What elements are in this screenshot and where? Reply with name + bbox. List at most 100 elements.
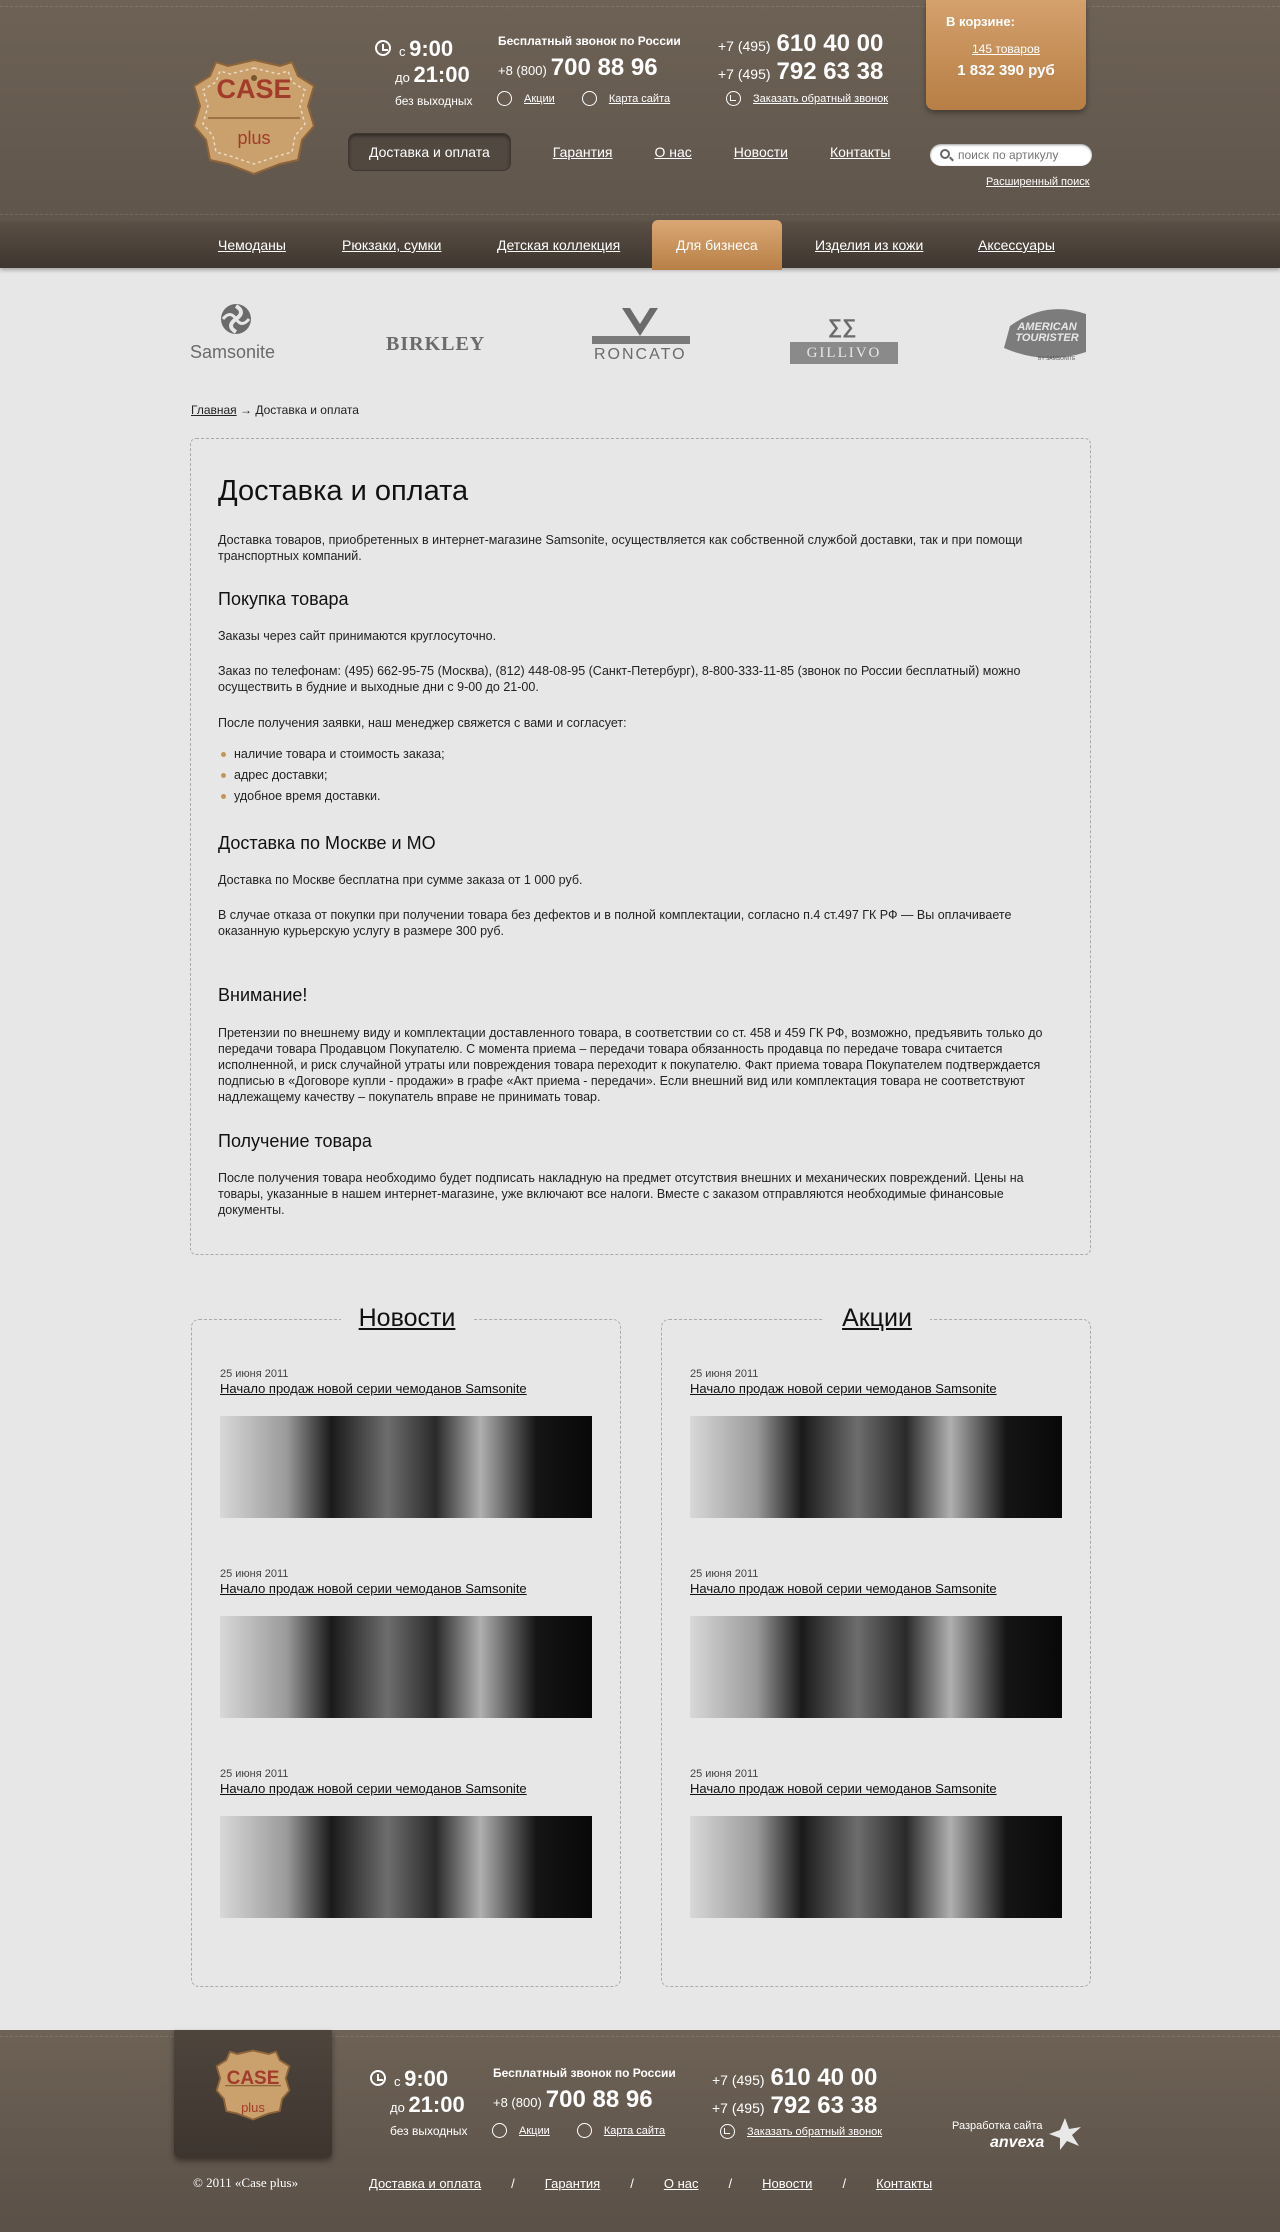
footer-callback-wrap: Заказать обратный звонок [720, 2124, 906, 2142]
sitemap-icon [581, 91, 597, 106]
brand-american-tourister[interactable]: AMERICAN TOURISTER BY SAMSONITE [1000, 306, 1092, 364]
promo-title-link[interactable]: Начало продаж новой серии чемоданов Sams… [690, 1581, 997, 1596]
developer-credit[interactable]: Разработка сайта anvexa [952, 2120, 1044, 2152]
copyright: © 2011 «Case plus» [193, 2175, 299, 2190]
developer-star-icon [1049, 2118, 1081, 2150]
footer-callback-link[interactable]: Заказать обратный звонок [720, 2124, 882, 2139]
nav-contacts[interactable]: Контакты [830, 144, 890, 160]
news-date: 25 июня 2011 [220, 1368, 289, 1380]
phone-numbers: +7 (495) 610 40 00 +7 (495) 792 63 38 [718, 30, 884, 85]
news-title-link[interactable]: Начало продаж новой серии чемоданов Sams… [220, 1381, 527, 1396]
attention-heading: Внимание! [218, 985, 308, 1005]
news-image[interactable] [220, 1416, 592, 1518]
footer-links: Акции Карта сайта [492, 2123, 689, 2141]
breadcrumb-home[interactable]: Главная [191, 403, 237, 417]
nav-warranty[interactable]: Гарантия [553, 144, 613, 160]
news-image[interactable] [220, 1616, 592, 1718]
news-date: 25 июня 2011 [220, 1768, 289, 1780]
news-title-link[interactable]: Начало продаж новой серии чемоданов Sams… [220, 1581, 527, 1596]
brand-birkley[interactable]: BIRKLEY [386, 333, 485, 356]
footer-sitemap-link[interactable]: Карта сайта [576, 2123, 665, 2138]
free-call-title: Бесплатный звонок по России [498, 34, 681, 48]
sitemap-link[interactable]: Карта сайта [581, 91, 670, 106]
moscow-p2: В случае отказа от покупки при получении… [218, 908, 1012, 938]
list-item: удобное время доставки. [218, 786, 445, 807]
brand-samsonite[interactable]: Samsonite [190, 302, 286, 362]
cat-backpacks[interactable]: Рюкзаки, сумки [342, 222, 441, 268]
phone-2: 792 63 38 [776, 58, 884, 85]
cart-title: В корзине: [946, 14, 1015, 29]
footer-nav-delivery[interactable]: Доставка и оплата [369, 2176, 481, 2191]
news-block: Новости 25 июня 2011 Начало продаж новой… [191, 1304, 621, 1987]
brand-gillivo[interactable]: ∑∑ GILLIVO [790, 316, 898, 366]
percent-icon [497, 91, 512, 106]
list-item: наличие товара и стоимость заказа; [218, 744, 445, 765]
cat-leather[interactable]: Изделия из кожи [815, 222, 923, 268]
news-image[interactable] [220, 1816, 592, 1918]
search-input[interactable] [958, 146, 1088, 164]
promos-block: Акции 25 июня 2011 Начало продаж новой с… [661, 1304, 1091, 1987]
purchase-list: наличие товара и стоимость заказа; адрес… [218, 744, 445, 807]
logo-text-case: CASE [216, 74, 292, 104]
clock-icon [375, 40, 391, 56]
free-call-code: +8 (800) [498, 63, 547, 78]
callback-wrap: Заказать обратный звонок [726, 91, 912, 109]
nav-delivery[interactable]: Доставка и оплата [348, 133, 511, 171]
roncato-logo-icon [622, 308, 658, 336]
promo-item: 25 июня 2011 Начало продаж новой серии ч… [690, 1768, 1062, 1918]
attention-text: Претензии по внешнему виду и комплектаци… [218, 1026, 1043, 1104]
promo-link[interactable]: Акции [497, 91, 555, 106]
footer-nav-news[interactable]: Новости [762, 2176, 812, 2191]
footer-nav-about[interactable]: О нас [664, 2176, 699, 2191]
promo-image[interactable] [690, 1816, 1062, 1918]
news-title-link[interactable]: Начало продаж новой серии чемоданов Sams… [220, 1781, 527, 1796]
developer-name: anvexa [990, 2134, 1045, 2151]
nav-about[interactable]: О нас [654, 144, 691, 160]
phone-icon [720, 2124, 735, 2139]
cart-widget[interactable]: В корзине: 145 товаров 1 832 390 руб [926, 0, 1086, 110]
promo-title-link[interactable]: Начало продаж новой серии чемоданов Sams… [690, 1781, 997, 1796]
promos-heading[interactable]: Акции [824, 1304, 930, 1332]
brand-roncato[interactable]: RONCATO [592, 306, 690, 366]
callback-link[interactable]: Заказать обратный звонок [726, 91, 888, 106]
search-box [930, 144, 1092, 166]
search-icon [940, 149, 950, 159]
cat-business[interactable]: Для бизнеса [652, 220, 782, 270]
percent-icon [492, 2123, 507, 2138]
footer-nav-contacts[interactable]: Контакты [876, 2176, 932, 2191]
list-item: адрес доставки; [218, 765, 445, 786]
nav-news[interactable]: Новости [734, 144, 788, 160]
free-call-block: Бесплатный звонок по России +8 (800) 700 … [498, 34, 681, 82]
promo-image[interactable] [690, 1416, 1062, 1518]
footer-promo-link[interactable]: Акции [492, 2123, 550, 2138]
promo-title-link[interactable]: Начало продаж новой серии чемоданов Sams… [690, 1381, 997, 1396]
news-heading[interactable]: Новости [340, 1304, 474, 1332]
footer-phones: +7 (495) 610 40 00 +7 (495) 792 63 38 [712, 2064, 878, 2119]
cat-suitcases[interactable]: Чемоданы [218, 222, 286, 268]
cat-kids[interactable]: Детская коллекция [497, 222, 620, 268]
promo-image[interactable] [690, 1616, 1062, 1718]
purchase-p2: Заказ по телефонам: (495) 662-95-75 (Мос… [218, 664, 1021, 694]
advanced-search-link[interactable]: Расширенный поиск [986, 176, 1090, 188]
logo-text-plus: plus [237, 128, 271, 148]
site-header: CASE plus с 9:00 до 21:00 без выходных Б… [0, 0, 1280, 222]
moscow-p1: Доставка по Москве бесплатна при сумме з… [218, 873, 583, 887]
promo-item: 25 июня 2011 Начало продаж новой серии ч… [690, 1568, 1062, 1718]
footer-hours: с 9:00 до 21:00 без выходных [370, 2066, 480, 2146]
promo-date: 25 июня 2011 [690, 1768, 759, 1780]
news-date: 25 июня 2011 [220, 1568, 289, 1580]
footer-free-call: Бесплатный звонок по России +8 (800) 700 … [493, 2066, 676, 2113]
intro-text: Доставка товаров, приобретенных в интерн… [218, 533, 1023, 563]
cart-count[interactable]: 145 товаров [926, 42, 1086, 56]
purchase-p3: После получения заявки, наш менеджер свя… [218, 716, 627, 730]
cart-sum: 1 832 390 руб [957, 62, 1055, 79]
receive-heading: Получение товара [218, 1131, 372, 1151]
footer-nav: Доставка и оплата / Гарантия / О нас / Ново… [369, 2176, 933, 2191]
footer-logo[interactable]: CASE plus [174, 2030, 332, 2158]
breadcrumb: Главная → Доставка и оплата [191, 403, 359, 417]
footer-logo-plus: plus [241, 2100, 265, 2115]
purchase-p1: Заказы через сайт принимаются круглосуто… [218, 629, 497, 643]
hours-note: без выходных [395, 94, 473, 108]
cat-accessories[interactable]: Аксессуары [978, 222, 1055, 268]
footer-nav-warranty[interactable]: Гарантия [545, 2176, 600, 2191]
